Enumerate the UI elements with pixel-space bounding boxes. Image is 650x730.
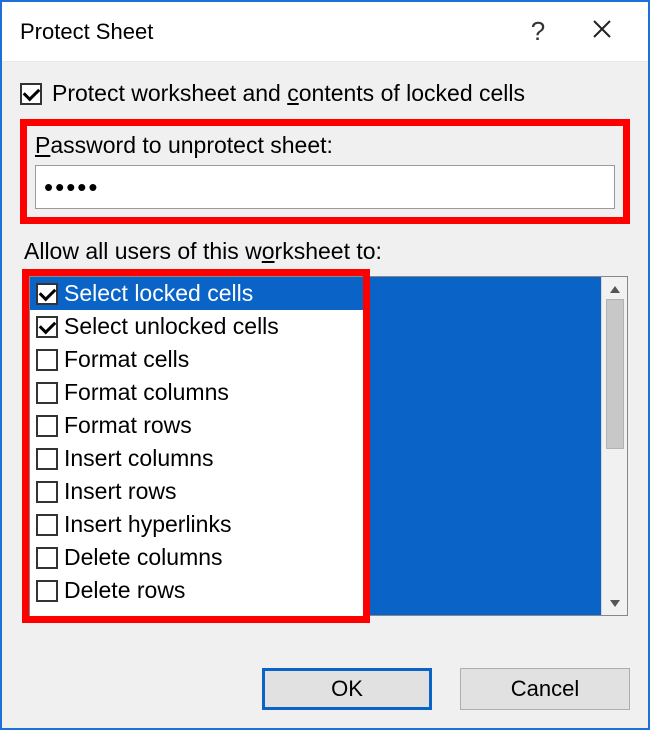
close-icon <box>591 16 613 47</box>
protect-sheet-dialog: Protect Sheet ? Protect worksheet and co… <box>0 0 650 730</box>
permission-item[interactable]: Insert columns <box>30 442 363 475</box>
permission-checkbox[interactable] <box>36 316 58 338</box>
help-button[interactable]: ? <box>506 6 570 58</box>
permission-label: Select unlocked cells <box>64 313 279 340</box>
permission-checkbox[interactable] <box>36 382 58 404</box>
permission-checkbox[interactable] <box>36 448 58 470</box>
selection-highlight-extension <box>370 277 601 615</box>
permission-label: Delete rows <box>64 577 185 604</box>
permission-label: Select locked cells <box>64 280 253 307</box>
protect-contents-checkbox[interactable] <box>20 83 42 105</box>
permissions-list-container: Select locked cells Select unlocked cells… <box>22 269 628 623</box>
permission-label: Format rows <box>64 412 192 439</box>
cancel-button[interactable]: Cancel <box>460 668 630 710</box>
permission-checkbox[interactable] <box>36 514 58 536</box>
permissions-highlight: Select locked cells Select unlocked cells… <box>22 269 370 623</box>
permission-checkbox[interactable] <box>36 349 58 371</box>
dialog-title: Protect Sheet <box>20 19 153 45</box>
permission-item[interactable]: Insert hyperlinks <box>30 508 363 541</box>
permission-label: Format columns <box>64 379 229 406</box>
help-icon: ? <box>531 16 545 47</box>
close-button[interactable] <box>570 6 634 58</box>
permission-checkbox[interactable] <box>36 415 58 437</box>
password-section-highlight: Password to unprotect sheet: <box>20 119 630 224</box>
permission-item[interactable]: Select locked cells <box>30 277 363 310</box>
allow-users-label: Allow all users of this worksheet to: <box>24 238 630 265</box>
scroll-thumb[interactable] <box>606 299 624 449</box>
permission-item[interactable]: Delete rows <box>30 574 363 607</box>
permission-checkbox[interactable] <box>36 547 58 569</box>
permission-item[interactable]: Insert rows <box>30 475 363 508</box>
permission-item[interactable]: Format columns <box>30 376 363 409</box>
permission-checkbox[interactable] <box>36 481 58 503</box>
permission-label: Insert hyperlinks <box>64 511 231 538</box>
protect-contents-label: Protect worksheet and contents of locked… <box>52 80 525 107</box>
permissions-list-remainder <box>370 276 628 616</box>
permission-item[interactable]: Select unlocked cells <box>30 310 363 343</box>
permission-label: Format cells <box>64 346 189 373</box>
protect-contents-row[interactable]: Protect worksheet and contents of locked… <box>20 80 630 107</box>
dialog-buttons: OK Cancel <box>2 654 648 728</box>
password-label: Password to unprotect sheet: <box>35 132 615 159</box>
permission-label: Insert rows <box>64 478 176 505</box>
scroll-down-icon[interactable] <box>609 595 621 611</box>
permission-item[interactable]: Delete columns <box>30 541 363 574</box>
permissions-scrollbar[interactable] <box>601 277 627 615</box>
permissions-list[interactable]: Select locked cells Select unlocked cells… <box>29 276 363 616</box>
titlebar: Protect Sheet ? <box>2 2 648 62</box>
permission-item[interactable]: Format rows <box>30 409 363 442</box>
password-input[interactable] <box>35 165 615 209</box>
scroll-up-icon[interactable] <box>609 281 621 297</box>
permission-checkbox[interactable] <box>36 283 58 305</box>
permission-label: Delete columns <box>64 544 223 571</box>
permission-label: Insert columns <box>64 445 214 472</box>
permission-item[interactable]: Format cells <box>30 343 363 376</box>
ok-button[interactable]: OK <box>262 668 432 710</box>
permission-checkbox[interactable] <box>36 580 58 602</box>
